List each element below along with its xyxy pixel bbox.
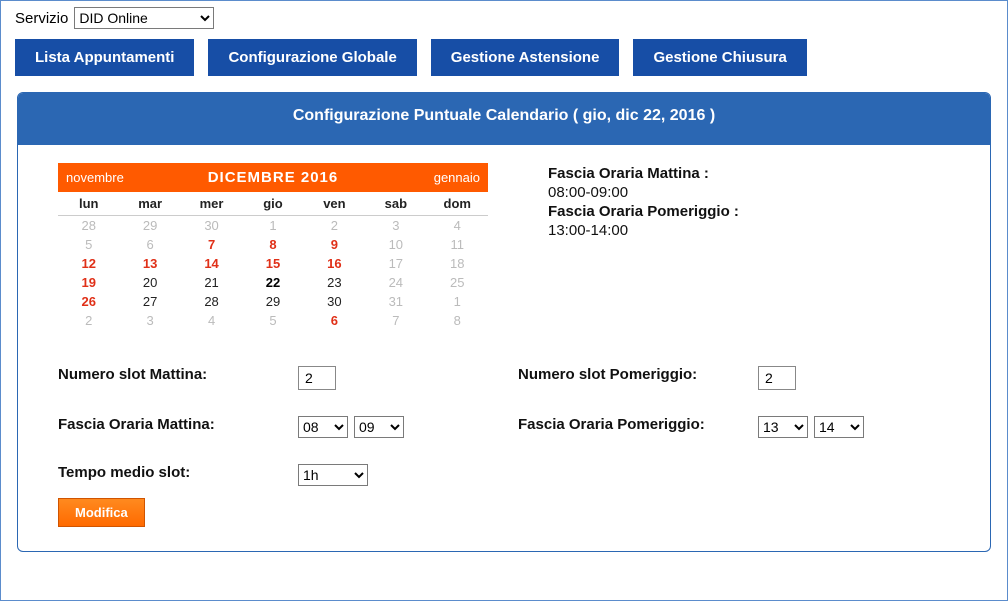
calendar-day[interactable]: 5	[242, 311, 303, 330]
calendar-day[interactable]: 10	[365, 235, 426, 254]
calendar-day[interactable]: 2	[58, 311, 119, 330]
calendar-dow: lun	[58, 192, 119, 216]
slot-afternoon-input[interactable]	[758, 366, 796, 390]
calendar-dow: dom	[427, 192, 488, 216]
calendar-day[interactable]: 29	[119, 216, 180, 236]
avg-slot-label: Tempo medio slot:	[58, 464, 278, 481]
slot-morning-input[interactable]	[298, 366, 336, 390]
calendar-day[interactable]: 31	[365, 292, 426, 311]
avg-slot-select[interactable]: 1h	[298, 464, 368, 486]
calendar-day[interactable]: 2	[304, 216, 365, 236]
calendar-day[interactable]: 12	[58, 254, 119, 273]
calendar-day[interactable]: 21	[181, 273, 242, 292]
calendar-week: 12131415161718	[58, 254, 488, 273]
calendar-day[interactable]: 15	[242, 254, 303, 273]
calendar-day[interactable]: 25	[427, 273, 488, 292]
range-morning-to-select[interactable]: 09	[354, 416, 404, 438]
calendar-day[interactable]: 6	[304, 311, 365, 330]
time-ranges-info: Fascia Oraria Mattina : 08:00-09:00 Fasc…	[548, 163, 962, 330]
calendar-month-label: DICEMBRE 2016	[181, 163, 365, 192]
calendar-day[interactable]: 4	[181, 311, 242, 330]
info-afternoon-value: 13:00-14:00	[548, 222, 962, 239]
calendar-day[interactable]: 1	[242, 216, 303, 236]
calendar-day[interactable]: 9	[304, 235, 365, 254]
calendar-dow: mer	[181, 192, 242, 216]
calendar-day[interactable]: 24	[365, 273, 426, 292]
range-morning-label: Fascia Oraria Mattina:	[58, 416, 278, 433]
calendar-day[interactable]: 17	[365, 254, 426, 273]
range-morning-from-select[interactable]: 08	[298, 416, 348, 438]
calendar-prev-month[interactable]: novembre	[58, 163, 181, 192]
calendar-day[interactable]: 23	[304, 273, 365, 292]
calendar-day[interactable]: 3	[119, 311, 180, 330]
service-label: Servizio	[15, 10, 68, 27]
range-afternoon-to-select[interactable]: 14	[814, 416, 864, 438]
nav-bar: Lista Appuntamenti Configurazione Global…	[11, 39, 997, 76]
calendar-day[interactable]: 13	[119, 254, 180, 273]
calendar-day[interactable]: 8	[242, 235, 303, 254]
form-zone: Numero slot Mattina: Numero slot Pomerig…	[18, 352, 990, 496]
calendar-day[interactable]: 20	[119, 273, 180, 292]
calendar-day[interactable]: 30	[181, 216, 242, 236]
calendar-day[interactable]: 29	[242, 292, 303, 311]
calendar-day[interactable]: 26	[58, 292, 119, 311]
calendar-dow: sab	[365, 192, 426, 216]
config-panel: Configurazione Puntuale Calendario ( gio…	[17, 92, 991, 552]
calendar-day[interactable]: 7	[365, 311, 426, 330]
calendar-day[interactable]: 1	[427, 292, 488, 311]
slot-afternoon-label: Numero slot Pomeriggio:	[518, 366, 738, 383]
calendar-week: 2345678	[58, 311, 488, 330]
panel-body: novembre DICEMBRE 2016 gennaio lunmarmer…	[18, 145, 990, 352]
nav-configurazione-globale[interactable]: Configurazione Globale	[208, 39, 416, 76]
modify-button[interactable]: Modifica	[58, 498, 145, 527]
nav-gestione-chiusura[interactable]: Gestione Chiusura	[633, 39, 806, 76]
calendar: novembre DICEMBRE 2016 gennaio lunmarmer…	[58, 163, 488, 330]
info-afternoon-label: Fascia Oraria Pomeriggio :	[548, 203, 739, 220]
calendar-week: 2627282930311	[58, 292, 488, 311]
calendar-table: novembre DICEMBRE 2016 gennaio lunmarmer…	[58, 163, 488, 330]
calendar-dow: gio	[242, 192, 303, 216]
calendar-day[interactable]: 7	[181, 235, 242, 254]
calendar-day[interactable]: 6	[119, 235, 180, 254]
info-morning-label: Fascia Oraria Mattina :	[548, 165, 709, 182]
calendar-day[interactable]: 28	[58, 216, 119, 236]
calendar-day[interactable]: 14	[181, 254, 242, 273]
nav-gestione-astensione[interactable]: Gestione Astensione	[431, 39, 620, 76]
info-morning-value: 08:00-09:00	[548, 184, 962, 201]
calendar-week: 567891011	[58, 235, 488, 254]
calendar-day[interactable]: 16	[304, 254, 365, 273]
calendar-week: 2829301234	[58, 216, 488, 236]
range-afternoon-label: Fascia Oraria Pomeriggio:	[518, 416, 738, 433]
service-select[interactable]: DID Online	[74, 7, 214, 29]
calendar-day[interactable]: 18	[427, 254, 488, 273]
panel-title: Configurazione Puntuale Calendario ( gio…	[18, 93, 990, 145]
calendar-day[interactable]: 27	[119, 292, 180, 311]
service-row: Servizio DID Online	[11, 7, 997, 29]
calendar-day[interactable]: 19	[58, 273, 119, 292]
calendar-day[interactable]: 3	[365, 216, 426, 236]
slot-morning-label: Numero slot Mattina:	[58, 366, 278, 383]
calendar-day[interactable]: 4	[427, 216, 488, 236]
nav-lista-appuntamenti[interactable]: Lista Appuntamenti	[15, 39, 194, 76]
calendar-day[interactable]: 22	[242, 273, 303, 292]
range-afternoon-from-select[interactable]: 13	[758, 416, 808, 438]
calendar-week: 19202122232425	[58, 273, 488, 292]
app-frame: Servizio DID Online Lista Appuntamenti C…	[0, 0, 1008, 601]
calendar-day[interactable]: 30	[304, 292, 365, 311]
calendar-day[interactable]: 11	[427, 235, 488, 254]
calendar-day[interactable]: 28	[181, 292, 242, 311]
calendar-next-month[interactable]: gennaio	[365, 163, 488, 192]
calendar-dow: mar	[119, 192, 180, 216]
calendar-day[interactable]: 5	[58, 235, 119, 254]
calendar-dow: ven	[304, 192, 365, 216]
calendar-day[interactable]: 8	[427, 311, 488, 330]
calendar-dow-row: lunmarmergiovensabdom	[58, 192, 488, 216]
